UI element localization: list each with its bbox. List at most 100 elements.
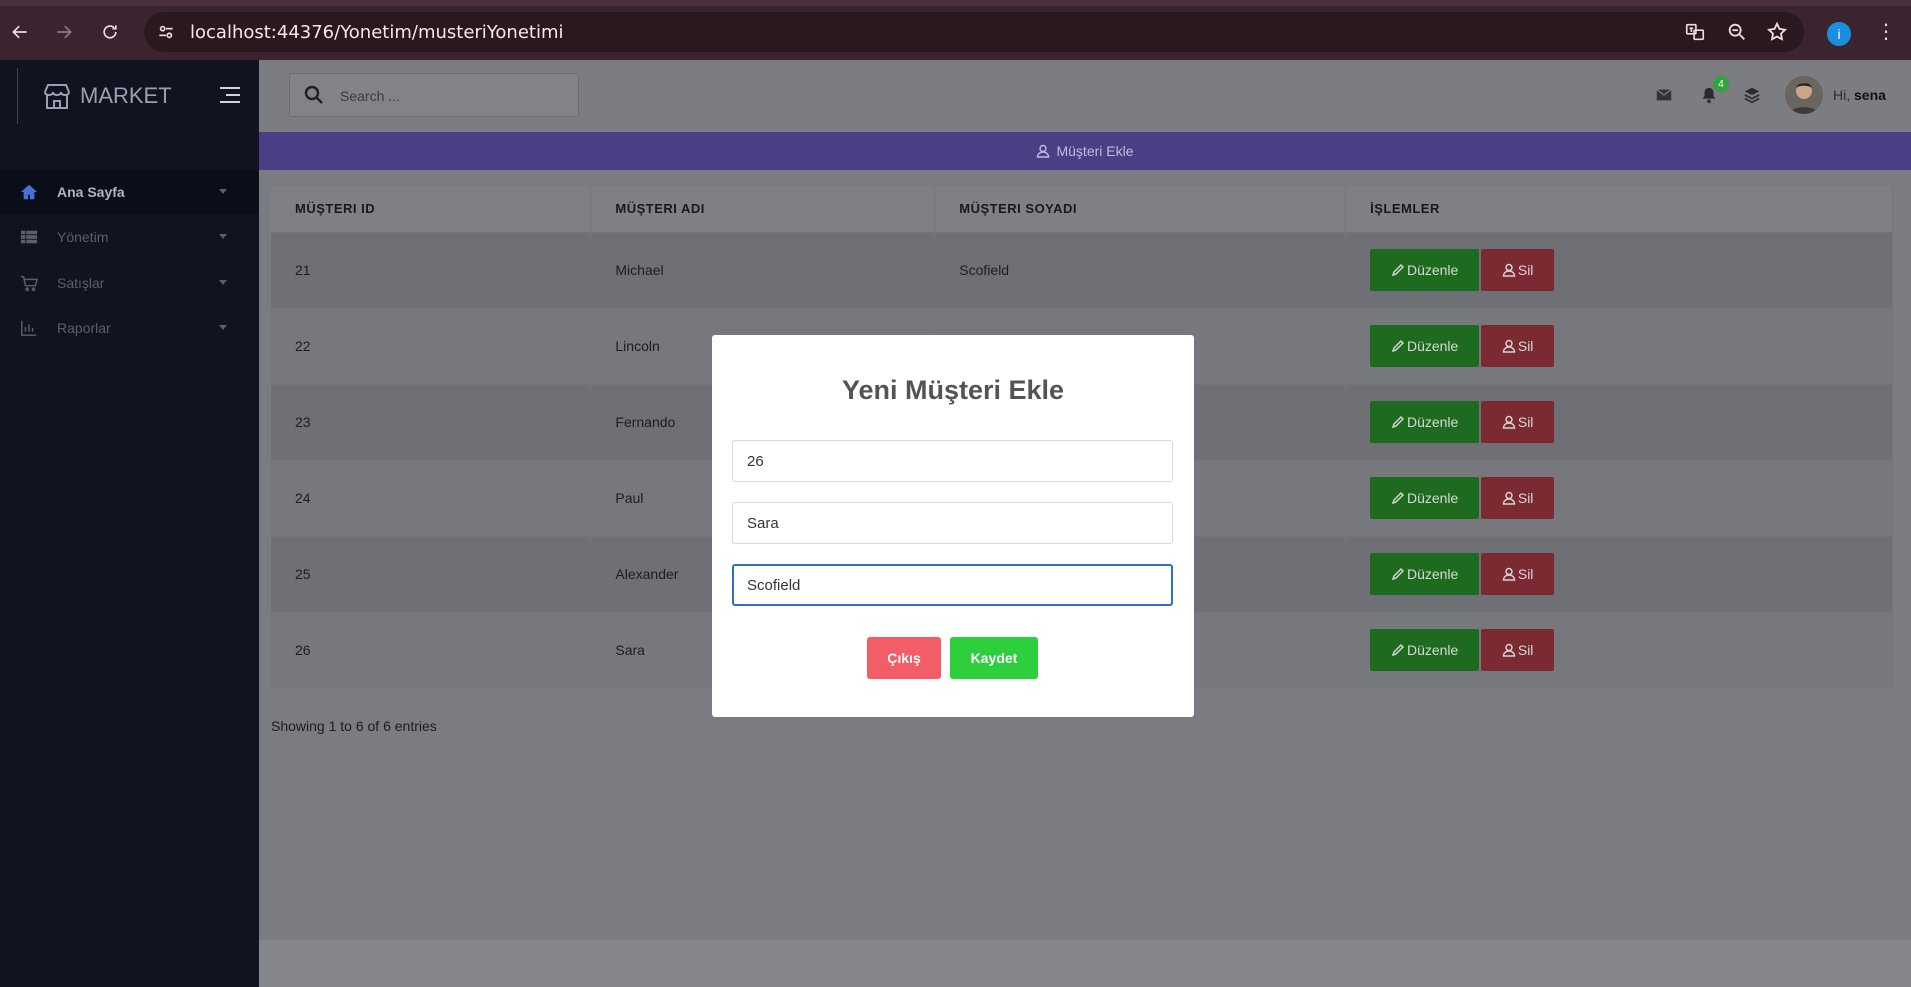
edit-button[interactable]: Düzenle [1370,477,1480,519]
sidebar-item-raporlar[interactable]: Raporlar [0,306,259,350]
user-icon [1502,644,1516,657]
bar-chart-icon [21,320,37,336]
add-customer-bar[interactable]: Müşteri Ekle [259,132,1911,170]
pencil-icon [1391,416,1404,429]
sidebar-item-label: Yönetim [57,229,109,245]
cell-actions: Düzenle Sil [1345,611,1893,688]
notification-badge: 4 [1713,76,1729,92]
site-info-icon[interactable] [156,22,176,42]
sidebar-item-label: Raporlar [57,320,111,336]
forward-icon[interactable] [50,18,78,46]
pencil-icon [1391,264,1404,277]
user-greeting[interactable]: Hi, sena [1833,87,1886,103]
table-icon [20,230,38,244]
brand-logo[interactable]: MARKET [42,82,172,110]
sidebar-item-label: Ana Sayfa [57,184,125,200]
cell-id: 26 [271,611,592,688]
home-icon [20,184,38,200]
column-header-actions: İŞLEMLER [1345,186,1893,232]
delete-label: Sil [1517,642,1534,659]
save-button[interactable]: Kaydet [950,637,1038,679]
mail-icon[interactable] [1655,86,1673,104]
delete-button[interactable]: Sil [1481,477,1555,519]
cell-actions: Düzenle Sil [1345,383,1893,460]
column-header-name[interactable]: MÜŞTERI ADI [590,186,936,232]
edit-button[interactable]: Düzenle [1370,401,1480,443]
chevron-down-icon [219,280,227,285]
back-icon[interactable] [6,18,34,46]
chevron-down-icon [219,234,227,239]
pencil-icon [1391,644,1404,657]
cart-icon [20,275,38,292]
search-icon[interactable] [304,85,324,105]
add-customer-modal: Yeni Müşteri Ekle Çıkış Kaydet [712,335,1194,717]
divider [17,68,18,124]
cell-actions: Düzenle Sil [1345,307,1893,384]
customer-surname-field[interactable] [732,564,1173,606]
modal-title: Yeni Müşteri Ekle [841,375,1065,405]
delete-button[interactable]: Sil [1481,325,1555,367]
chevron-down-icon [219,325,227,330]
delete-label: Sil [1517,566,1534,582]
column-header-surname[interactable]: MÜŞTERI SOYADI [934,186,1347,232]
layers-icon[interactable] [1743,86,1761,104]
edit-button[interactable]: Düzenle [1370,249,1480,291]
delete-label: Sil [1517,414,1534,430]
cell-actions: Düzenle Sil [1345,459,1893,536]
sidebar-item-yonetim[interactable]: Yönetim [0,215,259,259]
brand-name: MARKET [80,83,172,108]
delete-label: Sil [1517,490,1534,506]
edit-label: Düzenle [1406,414,1459,430]
delete-button[interactable]: Sil [1481,629,1555,672]
cancel-button[interactable]: Çıkış [867,637,941,679]
customer-id-field[interactable] [732,440,1173,482]
greeting-text: Hi, [1833,87,1851,103]
column-header-id[interactable]: MÜŞTERI ID [271,186,592,232]
sidebar-header: MARKET [0,60,259,132]
delete-button[interactable]: Sil [1481,401,1555,443]
edit-label: Düzenle [1406,338,1459,354]
sidebar: MARKET Ana Sayfa Yönetim Satışlar Raporl… [0,60,259,987]
delete-button[interactable]: Sil [1481,249,1555,291]
store-icon [44,84,70,109]
username: sena [1854,87,1886,103]
table-header-row: MÜŞTERI ID MÜŞTERI ADI MÜŞTERI SOYADI İŞ… [271,186,1893,232]
cell-actions: Düzenle Sil [1345,535,1893,612]
cell-name: Michael [590,231,936,308]
search-input[interactable] [340,84,560,108]
menu-toggle-icon[interactable] [219,86,241,104]
chevron-down-icon [219,189,227,194]
address-bar[interactable]: localhost:44376/Yonetim/musteriYonetimi [144,12,1804,52]
edit-label: Düzenle [1406,566,1459,582]
delete-button[interactable]: Sil [1481,553,1555,595]
search-box[interactable] [289,73,579,117]
top-header: 4 Hi, sena [259,60,1911,132]
edit-button[interactable]: Düzenle [1370,325,1480,367]
url-text[interactable]: localhost:44376/Yonetim/musteriYonetimi [190,22,564,43]
sidebar-item-ana-sayfa[interactable]: Ana Sayfa [0,170,259,214]
user-icon [1502,339,1516,353]
profile-avatar[interactable]: i [1827,22,1851,46]
pencil-icon [1391,492,1404,505]
cell-id: 23 [271,383,592,460]
avatar[interactable] [1785,76,1823,114]
edit-label: Düzenle [1406,262,1459,278]
zoom-icon[interactable] [1726,21,1748,43]
pencil-icon [1391,340,1404,353]
cell-id: 24 [271,459,592,536]
sidebar-item-satislar[interactable]: Satışlar [0,261,259,305]
bookmark-star-icon[interactable] [1766,21,1788,43]
reload-icon[interactable] [96,18,124,46]
translate-icon[interactable] [1684,21,1706,43]
user-icon [1037,144,1050,158]
browser-menu-icon[interactable]: ⋮ [1876,22,1896,46]
pencil-icon [1391,568,1404,581]
table-row: 21 Michael Scofield Düzenle Sil [271,231,1893,308]
edit-button[interactable]: Düzenle [1370,553,1480,595]
customer-name-field[interactable] [732,502,1173,544]
sidebar-item-label: Satışlar [57,275,105,291]
user-photo-icon [1785,76,1823,114]
cell-id: 22 [271,307,592,384]
edit-button[interactable]: Düzenle [1370,629,1480,672]
cell-id: 25 [271,535,592,612]
